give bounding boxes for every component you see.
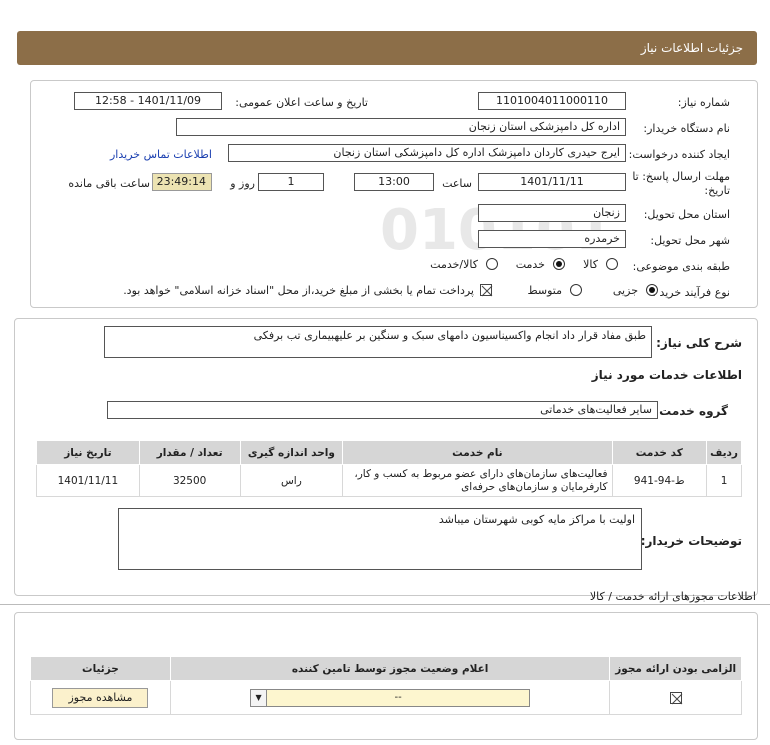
service-need-date: 1401/11/11 [36, 464, 140, 497]
service-quantity: 32500 [138, 464, 241, 497]
process-radio-medium[interactable] [570, 284, 582, 296]
treasury-checkbox[interactable] [480, 284, 493, 297]
license-required-cell [609, 680, 742, 715]
buyer-notes-label: توضیحات خریدار: [640, 534, 742, 548]
announce-date-label: تاریخ و ساعت اعلان عمومی: [235, 96, 368, 109]
process-option-medium: متوسط [527, 284, 562, 297]
row-number: 1 [706, 464, 742, 497]
process-option-minor: جزیی [612, 284, 638, 297]
col-license-details: جزئیات [30, 656, 171, 681]
buyer-org-label: نام دستگاه خریدار: [643, 122, 730, 135]
remaining-time-label: ساعت باقی مانده [68, 177, 150, 190]
service-group-label: گروه خدمت: [654, 404, 728, 418]
col-license-status: اعلام وضعیت مجوز توسط تامین کننده [169, 656, 611, 681]
select-arrow[interactable]: ▼ [251, 689, 268, 706]
col-quantity: تعداد / مقدار [138, 440, 241, 465]
table-row: ▼ -- مشاهده مجوز [30, 680, 742, 715]
licenses-table-header: الزامی بودن ارائه مجوز اعلام وضعیت مجوز … [30, 656, 742, 681]
city-field: خرمدره [478, 230, 626, 248]
col-row: ردیف [706, 440, 742, 465]
license-details-cell: مشاهده مجوز [30, 680, 171, 715]
category-option-goods: کالا [583, 258, 598, 271]
category-radio-service[interactable] [553, 258, 565, 270]
description-field: طبق مفاد قرار داد انجام واکسیناسیون دامه… [104, 326, 652, 358]
province-label: استان محل تحویل: [643, 208, 730, 221]
treasury-note: پرداخت تمام یا بخشی از مبلغ خرید،از محل … [123, 284, 474, 297]
licenses-table: الزامی بودن ارائه مجوز اعلام وضعیت مجوز … [30, 656, 742, 715]
announce-date-field: 1401/11/09 - 12:58 [74, 92, 222, 110]
need-number-field: 1101004011000110 [478, 92, 626, 110]
col-service-name: نام خدمت [342, 440, 613, 465]
service-unit: راس [239, 464, 344, 497]
process-radio-minor[interactable] [646, 284, 658, 296]
services-section-title: اطلاعات خدمات مورد نیاز [591, 368, 742, 382]
license-required-checkbox[interactable] [669, 691, 683, 704]
deadline-date-field: 1401/11/11 [478, 173, 626, 191]
description-text: طبق مفاد قرار داد انجام واکسیناسیون دامه… [253, 329, 646, 342]
requester-label: ایجاد کننده درخواست: [628, 148, 730, 161]
need-number-label: شماره نیاز: [677, 96, 730, 109]
checkbox-cross-icon [481, 285, 493, 297]
service-group-field: سایر فعالیت‌های خدماتی [107, 401, 658, 419]
licenses-section-title: اطلاعات مجوزهای ارائه خدمت / کالا [589, 590, 756, 603]
col-service-code: کد خدمت [611, 440, 708, 465]
city-label: شهر محل تحویل: [650, 234, 730, 247]
province-field: زنجان [478, 204, 626, 222]
col-unit: واحد اندازه گیری [239, 440, 344, 465]
deadline-time-field: 13:00 [354, 173, 434, 191]
deadline-label-date: تاریخ: [704, 184, 730, 197]
category-radio-goods[interactable] [606, 258, 618, 270]
col-need-date: تاریخ نیاز [36, 440, 140, 465]
buyer-notes-field: اولیت با مراکز مایه کوبی شهرستان میباشد [118, 508, 642, 570]
days-remaining-field: 1 [258, 173, 324, 191]
deadline-time-label: ساعت [442, 177, 472, 190]
license-status-cell: ▼ -- [169, 680, 611, 715]
services-table: ردیف کد خدمت نام خدمت واحد اندازه گیری ت… [36, 440, 742, 497]
category-radio-goods-service[interactable] [486, 258, 498, 270]
checkbox-cross-icon [671, 693, 683, 704]
process-label: نوع فرآیند خرید : [652, 286, 730, 299]
deadline-label: مهلت ارسال پاسخ: تا [632, 170, 730, 183]
service-code: ط-94-941 [611, 464, 708, 497]
col-license-required: الزامی بودن ارائه مجوز [609, 656, 742, 681]
services-table-header: ردیف کد خدمت نام خدمت واحد اندازه گیری ت… [36, 440, 742, 465]
table-row: 1 ط-94-941 فعالیت‌های سازمان‌های دارای ع… [36, 464, 742, 497]
licenses-divider [0, 604, 770, 605]
days-label: روز و [230, 177, 255, 190]
license-status-select[interactable]: ▼ -- [250, 688, 531, 707]
remaining-time-field: 23:49:14 [152, 173, 212, 191]
category-option-service: خدمت [515, 258, 545, 271]
buyer-notes-text: اولیت با مراکز مایه کوبی شهرستان میباشد [438, 513, 635, 526]
chevron-down-icon: ▼ [255, 692, 262, 702]
category-option-goods-service: کالا/خدمت [430, 258, 478, 271]
requester-field: ایرج حیدری کاردان دامپزشک اداره کل دامپز… [228, 144, 626, 162]
license-status-value: -- [394, 691, 402, 703]
buyer-contact-link[interactable]: اطلاعات تماس خریدار [110, 148, 212, 161]
buyer-org-field: اداره کل دامپزشکی استان زنجان [176, 118, 626, 136]
description-label: شرح کلی نیاز: [656, 336, 742, 350]
service-name: فعالیت‌های سازمان‌های دارای عضو مربوط به… [342, 464, 613, 497]
category-label: طبقه بندی موضوعی: [632, 260, 730, 273]
view-license-button[interactable]: مشاهده مجوز [52, 687, 149, 708]
